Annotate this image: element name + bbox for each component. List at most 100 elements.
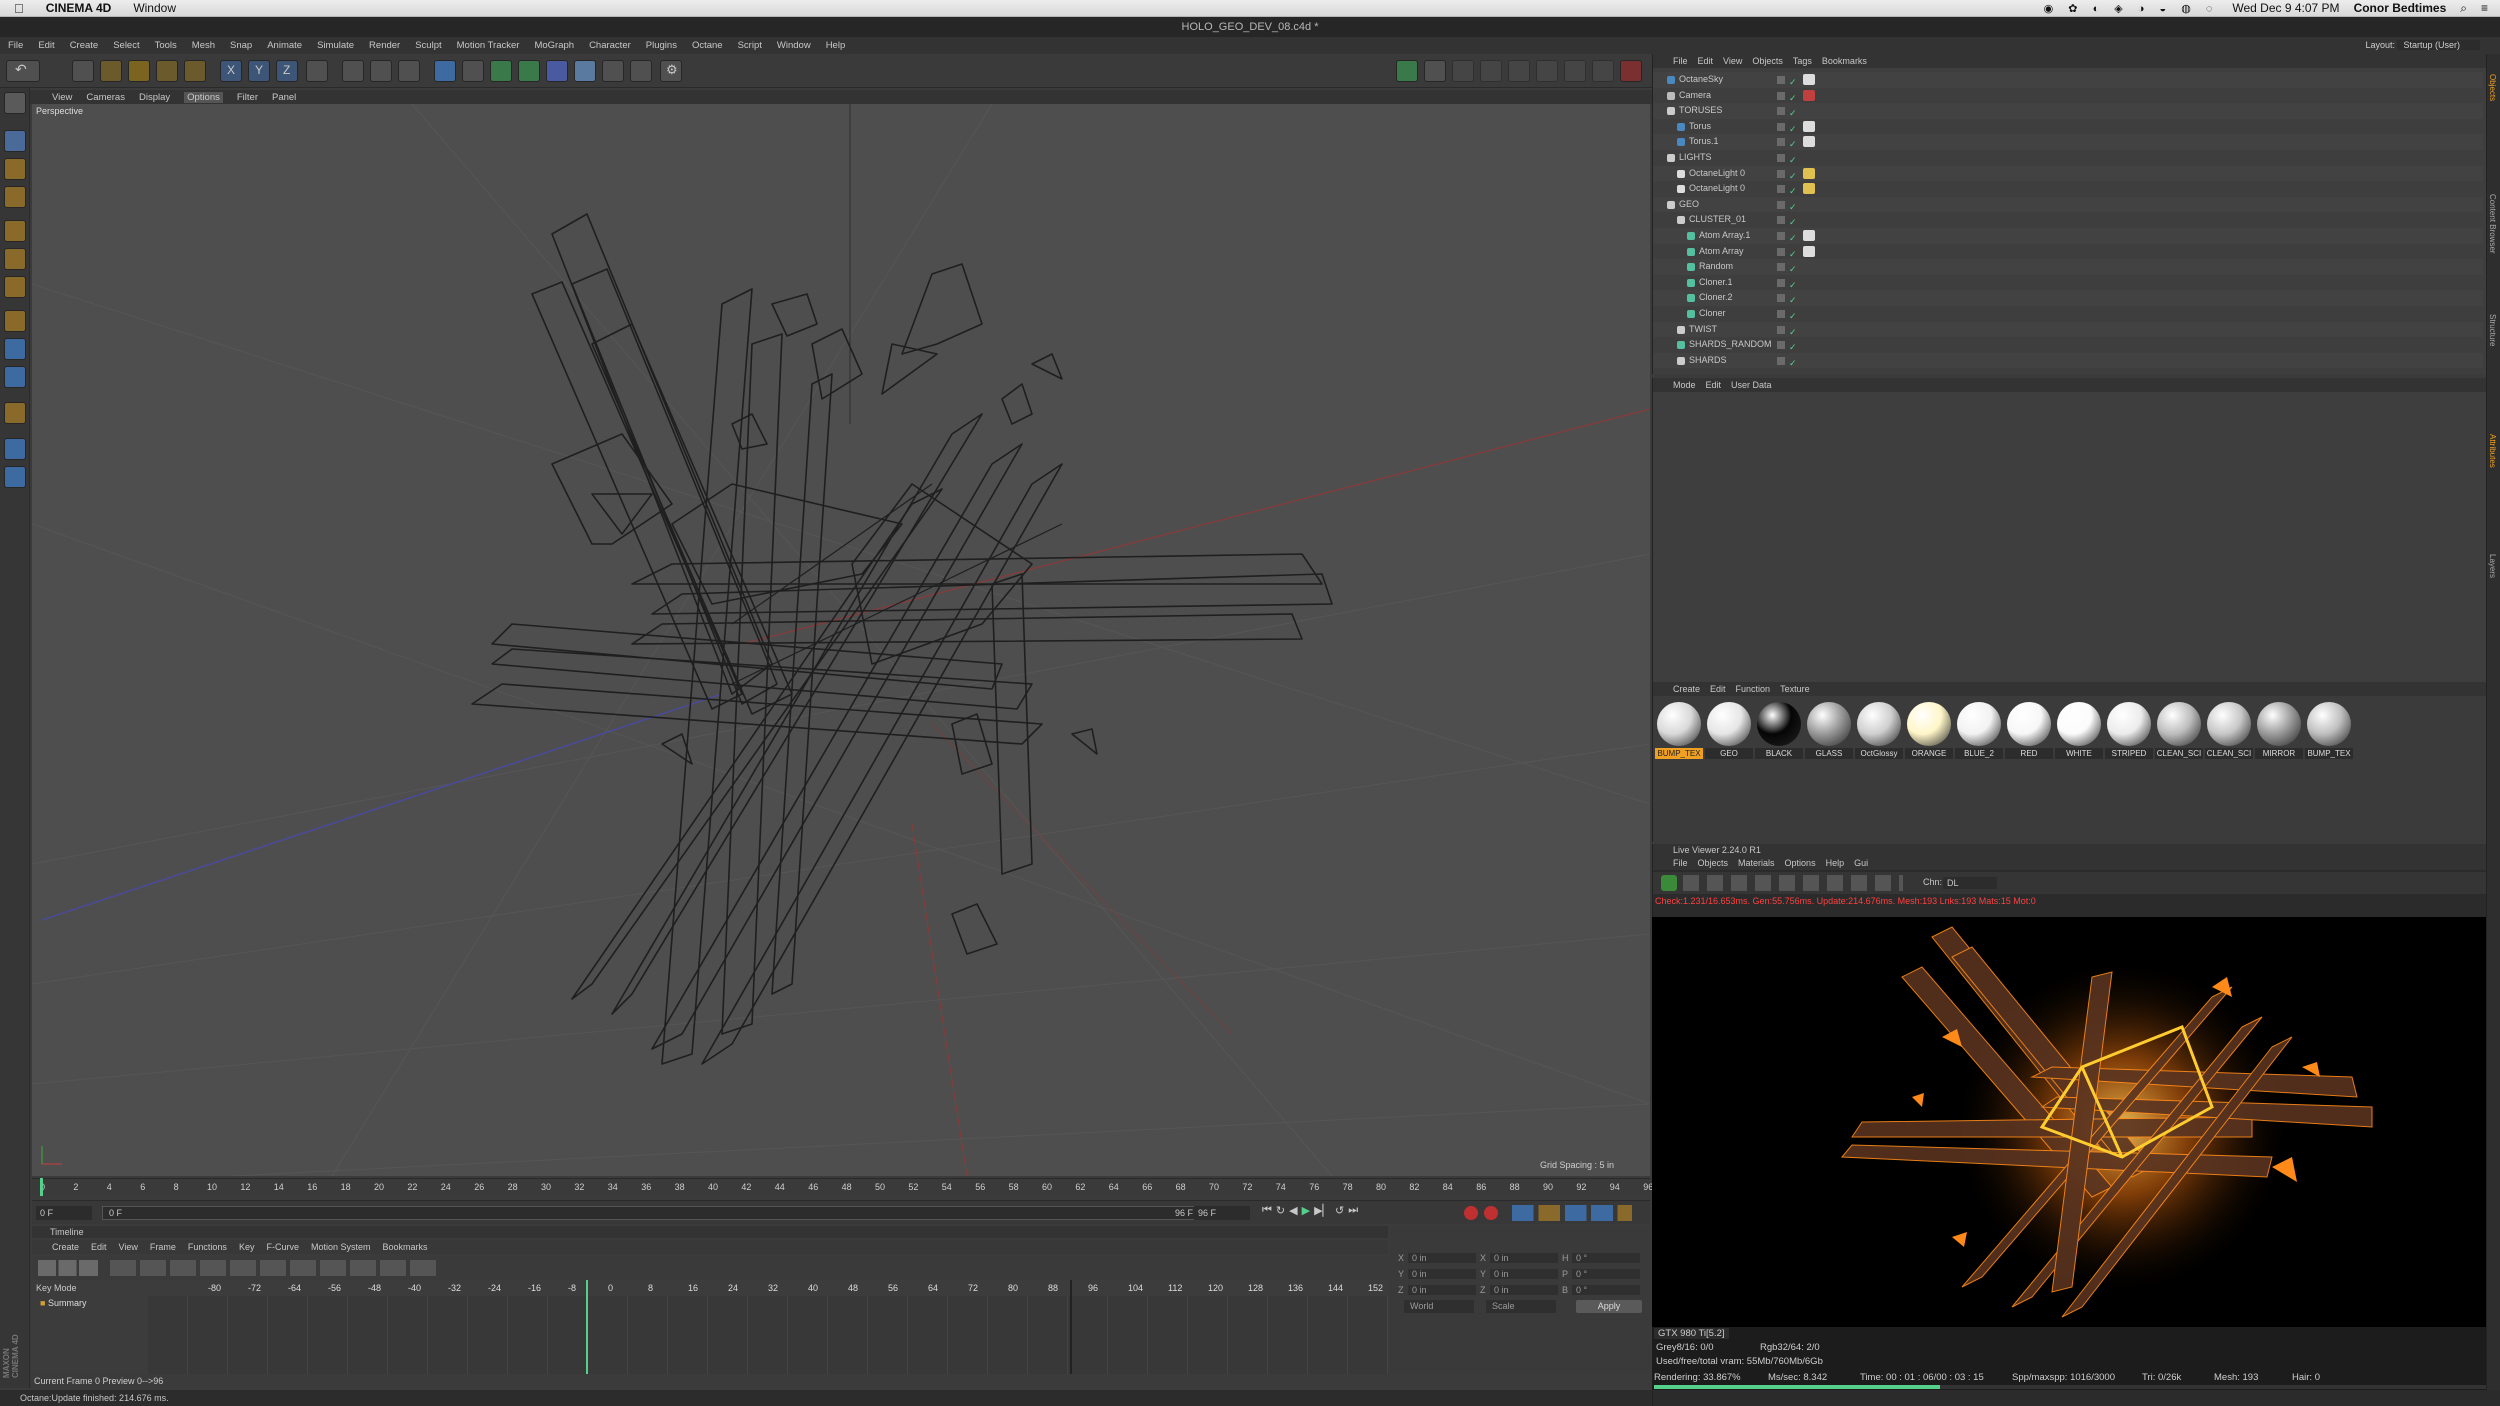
material-swatch[interactable]: STRIPED [2105, 700, 2153, 759]
material-swatch[interactable]: BUMP_TEX [2305, 700, 2353, 759]
right-tab[interactable]: Content Browser [2488, 194, 2497, 254]
object-row[interactable]: Atom Array ✓ [1653, 243, 2483, 260]
coord-field[interactable]: 0 in [1490, 1253, 1558, 1263]
x-axis-button[interactable]: X [220, 60, 242, 82]
menu-item[interactable]: Plugins [646, 40, 677, 51]
visibility-check-icon[interactable] [1777, 294, 1785, 303]
viewport[interactable]: Perspective Grid Spacing: 5 in [32, 104, 1650, 1176]
object-row[interactable]: Torus.1 ✓ [1653, 134, 2483, 150]
menu-item[interactable]: Help [826, 40, 846, 51]
uv-mode-icon[interactable] [1564, 60, 1586, 82]
channel-dropdown[interactable]: DL [1943, 877, 1997, 889]
object-row[interactable]: Atom Array.1 ✓ [1653, 228, 2483, 244]
visibility-check-icon[interactable] [1777, 356, 1785, 365]
visibility-check-icon[interactable] [1777, 200, 1785, 209]
visibility-check-icon[interactable] [1777, 216, 1785, 225]
floor-icon[interactable] [574, 60, 596, 82]
select-tool-button[interactable] [72, 60, 94, 82]
object-row[interactable]: GEO ✓ [1653, 196, 2483, 213]
axis-lock-icon[interactable] [1452, 60, 1474, 82]
coord-field[interactable]: 0 ° [1572, 1269, 1640, 1279]
dopesheet-ruler[interactable]: -80 -72 -64 -56 -48 -40 -32 -24 -16 -8 0 8 16 24 32 40 4… [148, 1280, 1388, 1296]
visibility-check-icon[interactable] [1777, 154, 1785, 162]
edge-mode-icon[interactable] [1508, 60, 1530, 82]
visibility-check-icon[interactable] [1777, 232, 1785, 240]
right-tab[interactable]: Attributes [2488, 434, 2497, 468]
close-icon[interactable] [1620, 60, 1642, 82]
visibility-check-icon[interactable] [1777, 341, 1785, 350]
end-frame-field[interactable]: 96 F [1194, 1206, 1250, 1220]
visibility-check-icon[interactable] [1777, 169, 1785, 178]
timeline-menu-item[interactable]: Bookmarks [383, 1242, 428, 1252]
render-picture-viewer-button[interactable] [370, 60, 392, 82]
cloner-icon[interactable] [518, 60, 540, 82]
material-menu-item[interactable]: Texture [1780, 684, 1810, 694]
object-row[interactable]: Torus ✓ [1653, 118, 2483, 135]
go-to-start-icon[interactable]: ⏮ [1262, 1204, 1272, 1217]
loop-icon[interactable]: ↻ [1276, 1204, 1285, 1217]
preview-range-slider[interactable]: 0 F 96 F [102, 1206, 1202, 1220]
material-menu-item[interactable]: Edit [1710, 684, 1726, 694]
timeline-menu-item[interactable]: Edit [91, 1242, 107, 1252]
apply-button[interactable]: Apply [1576, 1300, 1642, 1313]
object-menu-item[interactable]: Bookmarks [1822, 56, 1867, 66]
timeline-menu-item[interactable]: Motion System [311, 1242, 371, 1252]
tag-icon[interactable] [1803, 230, 1815, 241]
record-icon[interactable] [1464, 1206, 1478, 1220]
tweak-mode-icon[interactable] [4, 338, 26, 360]
right-tab[interactable]: Structure [2488, 314, 2497, 346]
visibility-check-icon[interactable] [1777, 263, 1785, 272]
menu-item[interactable]: Create [70, 40, 99, 51]
rotate-tool-button[interactable] [156, 60, 178, 82]
tag-icon[interactable] [1803, 183, 1815, 195]
viewport-menu-item[interactable]: Cameras [86, 92, 125, 103]
visibility-check-icon[interactable] [1777, 278, 1785, 287]
object-row[interactable]: Camera ✓ [1653, 87, 2483, 104]
attribute-menu-item[interactable]: User Data [1731, 380, 1772, 390]
cube-icon[interactable] [434, 60, 456, 82]
coord-field[interactable]: 0 in [1490, 1269, 1558, 1279]
autokey-icon[interactable] [1484, 1206, 1498, 1220]
play-reverse-icon[interactable]: ↺ [1335, 1204, 1344, 1217]
object-menu-item[interactable]: Tags [1793, 56, 1812, 66]
tag-icon[interactable] [1803, 120, 1815, 132]
attribute-menu-item[interactable]: Mode [1673, 380, 1696, 390]
render-view-button[interactable] [342, 60, 364, 82]
material-swatch[interactable]: BLACK [1755, 700, 1803, 759]
dopesheet-grid[interactable] [148, 1296, 1388, 1374]
play-icon[interactable]: ▶ [1302, 1204, 1310, 1217]
current-frame-field[interactable]: 0 F [36, 1206, 92, 1220]
timeline-menu-item[interactable]: F-Curve [266, 1242, 299, 1252]
undo-button[interactable]: ↶ [6, 60, 40, 82]
window-menu[interactable]: Window [133, 1, 176, 15]
object-menu-item[interactable]: Objects [1752, 56, 1783, 66]
dopesheet-current-frame[interactable] [586, 1280, 588, 1374]
object-row[interactable]: OctaneSky ✓ [1653, 72, 2483, 88]
timeline-ruler[interactable]: 0246810121416182022242628303234363840424… [32, 1178, 1653, 1196]
object-row[interactable]: Random ✓ [1653, 259, 2483, 275]
visibility-check-icon[interactable] [1777, 138, 1785, 147]
clock[interactable]: Wed Dec 9 4:07 PM [2232, 1, 2339, 15]
visibility-check-icon[interactable] [1777, 122, 1785, 131]
snapping-icon[interactable] [4, 366, 26, 388]
menu-item[interactable]: Character [589, 40, 631, 51]
live-viewer-menu-item[interactable]: Help [1826, 858, 1845, 868]
menu-item[interactable]: Edit [38, 40, 54, 51]
points-mode-icon[interactable] [4, 220, 26, 242]
y-axis-button[interactable]: Y [248, 60, 270, 82]
polygons-mode-icon[interactable] [4, 276, 26, 298]
timeline-menu-item[interactable]: Functions [188, 1242, 227, 1252]
go-to-end-icon[interactable]: ⏭ [1348, 1204, 1358, 1217]
spline-pen-icon[interactable] [462, 60, 484, 82]
edges-mode-icon[interactable] [4, 248, 26, 270]
keyframe-icons[interactable] [1512, 1205, 1632, 1221]
app-menu[interactable]: CINEMA 4D [46, 1, 112, 15]
axis-mode-icon[interactable] [4, 310, 26, 332]
subdivision-icon[interactable] [490, 60, 512, 82]
viewport-menu-item[interactable]: Display [139, 92, 170, 103]
timeline-marker[interactable] [40, 1178, 43, 1196]
key-mode-icon[interactable] [38, 1260, 98, 1276]
live-viewer-menu-item[interactable]: Options [1785, 858, 1816, 868]
settings-gear-icon[interactable]: ⚙ [660, 60, 682, 82]
timeline-menu-item[interactable]: Key [239, 1242, 255, 1252]
